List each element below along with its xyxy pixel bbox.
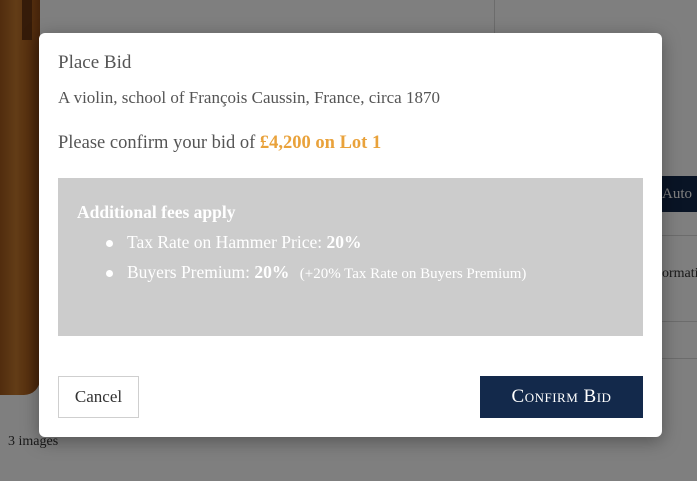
fees-list: Tax Rate on Hammer Price: 20% Buyers Pre… <box>106 232 526 292</box>
fees-panel: Additional fees apply Tax Rate on Hammer… <box>58 178 643 336</box>
lot-title: A violin, school of François Caussin, Fr… <box>58 88 440 107</box>
fee-value: 20% <box>326 232 362 252</box>
cancel-button[interactable]: Cancel <box>58 376 139 418</box>
confirm-prefix: Please confirm your bid of <box>58 133 256 153</box>
fee-item-premium: Buyers Premium: 20% (+20% Tax Rate on Bu… <box>106 262 526 292</box>
bullet-icon <box>106 270 113 277</box>
bullet-icon <box>106 240 113 247</box>
bid-amount: £4,200 on Lot 1 <box>259 133 382 153</box>
fee-note: (+20% Tax Rate on Buyers Premium) <box>299 266 527 282</box>
modal-title: Place Bid <box>58 52 132 73</box>
fee-label: Tax Rate on Hammer Price: <box>127 232 323 252</box>
confirm-bid-button[interactable]: Confirm Bid <box>480 376 643 418</box>
fee-label: Buyers Premium: <box>127 262 250 282</box>
fees-heading: Additional fees apply <box>77 202 236 222</box>
confirm-message: Please confirm your bid of £4,200 on Lot… <box>58 133 381 154</box>
fee-item-tax: Tax Rate on Hammer Price: 20% <box>106 232 526 262</box>
place-bid-modal: Place Bid A violin, school of François C… <box>39 33 662 437</box>
fee-value: 20% <box>254 262 290 282</box>
